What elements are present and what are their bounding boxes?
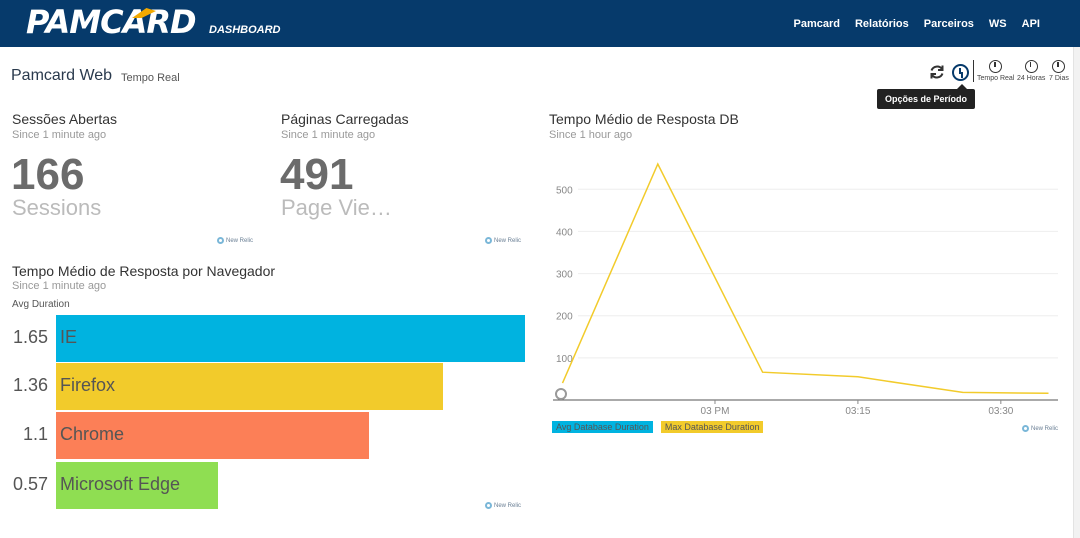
sessions-widget-since: Since 1 minute ago [12,129,107,141]
top-navbar: PAMCARD DASHBOARD Pamcard Relatórios Par… [0,0,1080,47]
nav-item-api[interactable]: API [1022,18,1040,30]
browser-widget-since: Since 1 minute ago [12,280,107,292]
toolbar-divider [973,60,974,82]
bar-label: IE [60,327,78,347]
new-relic-icon [1022,425,1029,432]
db-widget-since: Since 1 hour ago [549,129,633,141]
legend-item-max[interactable]: Max Database Duration [660,421,764,433]
bar-fill: IE [56,315,525,362]
legend-item-avg[interactable]: Avg Database Duration [552,421,653,433]
period-options-clock-icon[interactable] [952,64,969,81]
bar-fill: Chrome [56,412,369,459]
db-response-line-chart: 10020030040050003 PM 03:15 03:30 [553,162,1058,417]
sessions-value: 166 [11,150,85,199]
clock-icon [1024,60,1038,73]
refresh-icon[interactable] [929,64,945,80]
period-label: 24 Horas [1017,75,1046,82]
period-label: Tempo Real [977,75,1015,82]
period-toolbar: Tempo Real 24 Horas 7 Dias [925,60,1075,90]
x-tick-label: 03:30 [988,406,1013,417]
nav-item-parceiros[interactable]: Parceiros [924,18,974,30]
period-24h-button[interactable]: 24 Horas [1017,60,1045,82]
main-nav: Pamcard Relatórios Parceiros WS API [793,0,1040,47]
clock-icon [989,60,1003,73]
bar-row-chrome: 1.1 Chrome [0,412,530,459]
nav-item-ws[interactable]: WS [989,18,1007,30]
clock-icon [1052,60,1066,73]
bar-value: 1.1 [22,424,48,444]
new-relic-icon [217,237,224,244]
y-tick-label: 200 [556,312,573,323]
new-relic-badge[interactable]: New Relic [217,237,253,244]
period-realtime-button[interactable]: Tempo Real [977,60,1014,82]
y-tick-label: 500 [556,185,573,196]
y-tick-label: 300 [556,270,573,281]
period-7d-button[interactable]: 7 Dias [1049,60,1069,82]
vertical-scrollbar[interactable] [1073,47,1080,538]
bar-row-edge: 0.57 Microsoft Edge [0,462,530,509]
bar-fill: Microsoft Edge [56,462,219,509]
sessions-widget-title: Sessões Abertas [12,111,118,127]
new-relic-badge[interactable]: New Relic [1022,425,1058,432]
sessions-unit: Sessions [12,195,102,220]
chart-loading-icon [555,388,567,400]
avg-duration-label: Avg Duration [12,299,70,310]
logo-subtitle: DASHBOARD [209,24,281,36]
bar-value: 1.36 [12,375,48,395]
period-label: 7 Dias [1049,75,1069,82]
pages-widget-since: Since 1 minute ago [281,129,376,141]
period-options-tooltip: Opções de Período [877,84,976,109]
page-subtitle: Tempo Real [121,72,180,84]
chart-legend: Avg Database Duration Max Database Durat… [552,421,764,433]
bar-value: 1.65 [12,327,48,347]
bar-row-firefox: 1.36 Firefox [0,363,530,410]
bar-label: Microsoft Edge [60,474,181,494]
pages-widget-title: Páginas Carregadas [281,111,409,127]
browser-widget-title: Tempo Médio de Resposta por Navegador [12,263,276,279]
pamcard-logo[interactable]: PAMCARD [26,4,197,40]
bar-fill: Firefox [56,363,443,410]
x-tick-label: 03:15 [845,406,870,417]
bar-label: Chrome [60,424,125,444]
series-line-max-database-duration [561,162,1049,395]
pages-unit: Page Vie… [281,195,392,220]
page-title: Pamcard Web [11,67,113,84]
new-relic-badge[interactable]: New Relic [485,237,521,244]
pages-value: 491 [280,150,354,199]
bar-value: 0.57 [12,474,48,494]
new-relic-badge[interactable]: New Relic [485,502,521,509]
nav-item-pamcard[interactable]: Pamcard [793,18,839,30]
new-relic-icon [485,502,492,509]
x-tick-label: 03 PM [701,406,730,417]
bar-label: Firefox [60,375,116,395]
bar-row-ie: 1.65 IE [0,315,530,362]
db-widget-title: Tempo Médio de Resposta DB [549,111,739,127]
nav-item-relatorios[interactable]: Relatórios [855,18,909,30]
y-tick-label: 400 [556,227,573,238]
new-relic-icon [485,237,492,244]
